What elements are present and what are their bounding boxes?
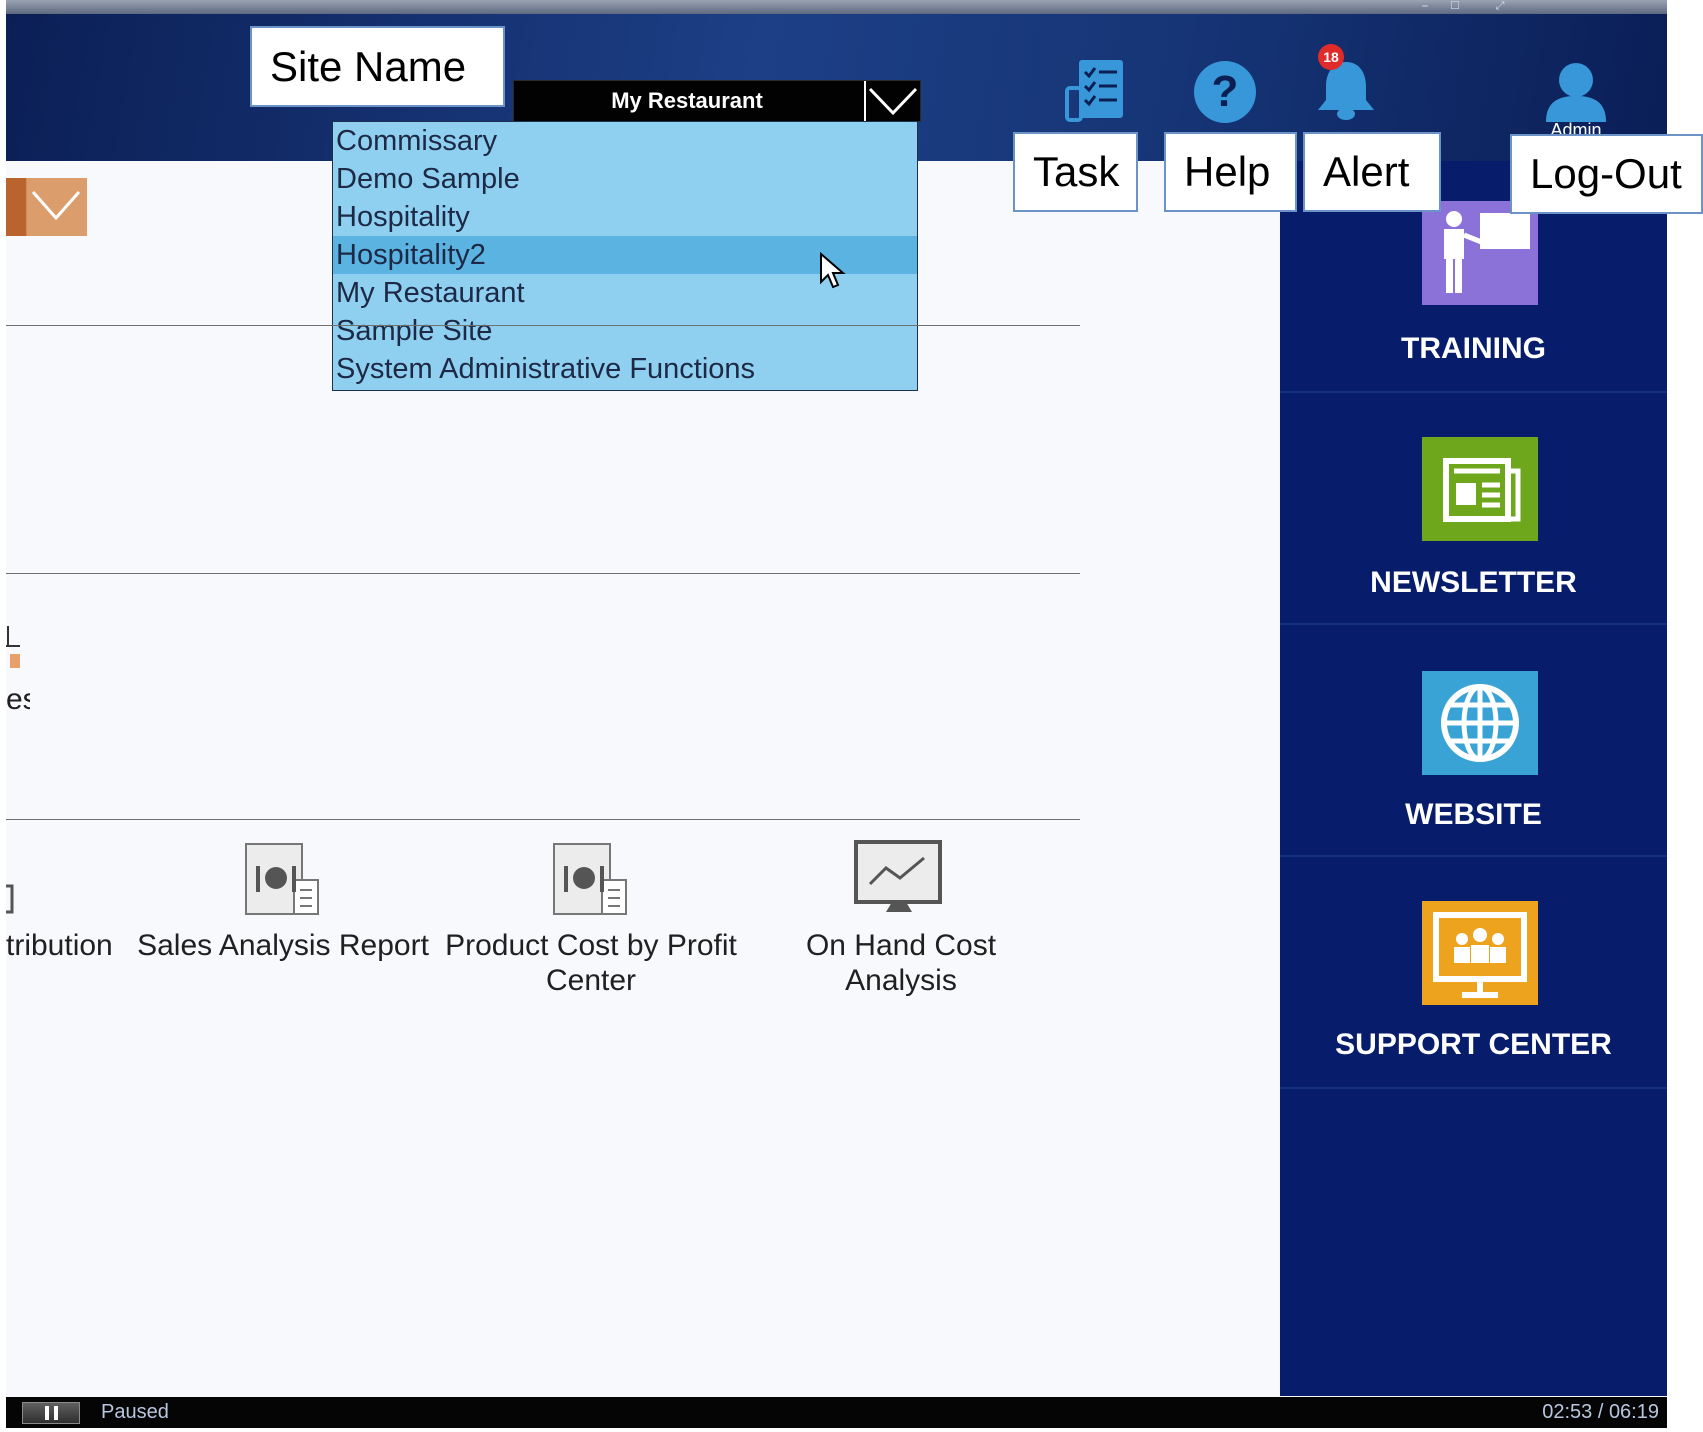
site-option-hospitality[interactable]: Hospitality: [333, 198, 917, 236]
product-cost-report-icon[interactable]: [552, 842, 632, 918]
site-select[interactable]: My Restaurant: [513, 80, 921, 122]
callout-logout: Log-Out: [1510, 134, 1703, 214]
newsletter-icon: [1422, 437, 1538, 541]
player-status-text: Paused: [101, 1401, 169, 1423]
chevron-down-icon[interactable]: [864, 81, 920, 121]
section-divider: [6, 325, 1080, 326]
globe-icon: [1422, 671, 1538, 775]
chevron-down-icon: [31, 191, 81, 221]
user-avatar-icon[interactable]: [1544, 60, 1608, 122]
site-select-value: My Restaurant: [611, 88, 763, 113]
site-option-sample-site[interactable]: Sample Site: [333, 312, 917, 350]
section-divider: [6, 573, 1080, 574]
sidebar-item-support-center[interactable]: SUPPORT CENTER: [1280, 857, 1667, 1089]
training-icon: [1422, 201, 1538, 305]
sidebar-item-label: SUPPORT CENTER: [1335, 1028, 1612, 1061]
callout-help: Help: [1164, 132, 1297, 212]
alert-bell-icon[interactable]: [1312, 58, 1380, 122]
partial-report-icon[interactable]: [6, 884, 16, 914]
app-window: ⎯ ☐ ⤢ My Restaurant Commissary Demo Samp…: [6, 0, 1667, 1428]
task-checklist-icon[interactable]: [1065, 58, 1127, 122]
sidebar-item-label: WEBSITE: [1405, 798, 1542, 831]
site-option-commissary[interactable]: Commissary: [333, 122, 917, 160]
player-status-bar: Paused 02:53 / 06:19: [6, 1397, 1667, 1428]
sidebar-item-label: NEWSLETTER: [1370, 566, 1577, 599]
report-tile-product-cost[interactable]: Product Cost by Profit Center: [436, 928, 746, 1002]
collapse-menu-button[interactable]: [6, 178, 87, 236]
partial-report-icon[interactable]: [6, 624, 22, 674]
callout-task: Task: [1013, 132, 1138, 212]
site-option-system-administrative-functions[interactable]: System Administrative Functions: [333, 350, 917, 388]
callout-alert: Alert: [1303, 132, 1441, 212]
fullscreen-icon[interactable]: ⤢: [1492, 0, 1508, 12]
window-title-strip: ⎯ ☐ ⤢: [6, 0, 1667, 14]
sales-report-icon[interactable]: [244, 842, 324, 918]
sidebar-item-newsletter[interactable]: NEWSLETTER: [1280, 393, 1667, 625]
site-option-demo-sample[interactable]: Demo Sample: [333, 160, 917, 198]
alert-count-badge: 18: [1318, 44, 1344, 70]
minimize-icon[interactable]: ⎯: [1417, 0, 1433, 12]
partial-report-label[interactable]: es: [6, 682, 30, 717]
pause-button[interactable]: [22, 1402, 80, 1424]
callout-site-name: Site Name: [250, 26, 505, 107]
report-tile-on-hand-cost[interactable]: On Hand Cost Analysis: [778, 928, 1024, 1002]
help-question-icon[interactable]: ?: [1193, 60, 1257, 124]
right-sidebar: TRAINING NEWSLETTER WEBSITE SUPPORT CENT…: [1280, 161, 1667, 1396]
report-tile-distribution[interactable]: tribution: [6, 928, 122, 964]
mouse-cursor-icon: [820, 252, 846, 289]
monitor-chart-icon[interactable]: [854, 840, 944, 920]
restore-icon[interactable]: ☐: [1447, 0, 1463, 12]
svg-text:?: ?: [1212, 67, 1239, 116]
sidebar-item-label: TRAINING: [1401, 332, 1546, 365]
pause-icon: [45, 1406, 58, 1420]
support-monitor-icon: [1422, 901, 1538, 1005]
sidebar-item-website[interactable]: WEBSITE: [1280, 625, 1667, 857]
section-divider: [6, 819, 1080, 820]
report-tile-sales-analysis[interactable]: Sales Analysis Report: [124, 928, 442, 968]
player-time-readout: 02:53 / 06:19: [1542, 1401, 1659, 1423]
